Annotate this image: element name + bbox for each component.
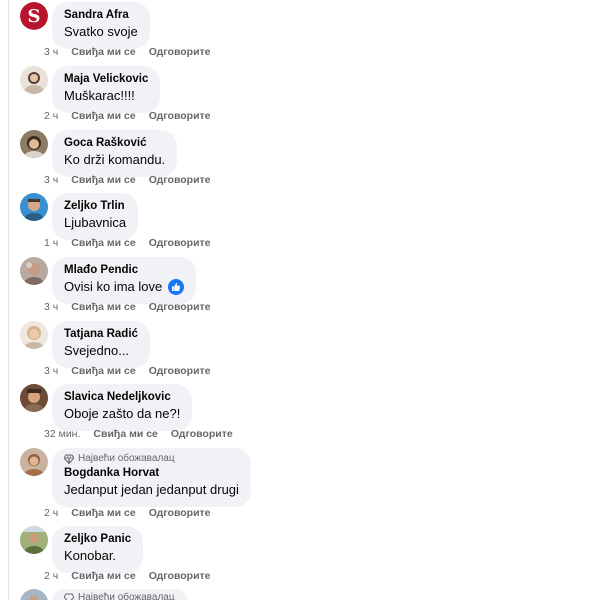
like-button[interactable]: Свиђа ми се — [93, 427, 157, 441]
reply-button[interactable]: Одговорите — [149, 569, 211, 583]
comment-time[interactable]: 3 ч — [44, 45, 58, 59]
comment-author[interactable]: Zeljko Panic — [64, 532, 131, 547]
comment-text: Svejedno... — [64, 343, 130, 358]
like-button[interactable]: Свиђа ми се — [71, 109, 135, 123]
like-button[interactable]: Свиђа ми се — [71, 173, 135, 187]
comment-time[interactable]: 3 ч — [44, 300, 58, 314]
comment-actions: 32 мин. Свиђа ми се Одговорите — [44, 427, 233, 441]
comment-bubble: Goca Rašković Ko drži komandu. — [52, 130, 178, 177]
diamond-icon — [64, 593, 74, 600]
reply-button[interactable]: Одговорите — [149, 300, 211, 314]
comment-bubble: Zeljko Trlin Ljubavnica — [52, 193, 139, 240]
reply-button[interactable]: Одговорите — [149, 236, 211, 250]
avatar-photo-icon[interactable] — [20, 193, 48, 221]
comment-time[interactable]: 3 ч — [44, 364, 58, 378]
comment-actions: 3 ч Свиђа ми се Одговорите — [44, 300, 211, 314]
comment-text: Ljubavnica — [64, 215, 127, 230]
reply-button[interactable]: Одговорите — [149, 506, 211, 520]
comment-author[interactable]: Sandra Afra — [64, 8, 138, 23]
like-button[interactable]: Свиђа ми се — [71, 569, 135, 583]
top-fan-label: Највећи обожавалац — [78, 453, 175, 464]
comment-actions: 2 ч Свиђа ми се Одговорите — [44, 569, 211, 583]
comment-time[interactable]: 2 ч — [44, 109, 58, 123]
top-fan-label: Највећи обожавалац — [78, 592, 175, 600]
comment-time[interactable]: 2 ч — [44, 569, 58, 583]
avatar-photo-icon[interactable] — [20, 321, 48, 349]
reply-button[interactable]: Одговорите — [149, 109, 211, 123]
comment-author[interactable]: Goca Rašković — [64, 136, 165, 151]
comment-bubble: Maja Velickovic Muškarac!!!! — [52, 66, 161, 113]
avatar-letter-s-icon[interactable]: S — [20, 2, 48, 30]
comment-actions: 3 ч Свиђа ми се Одговорите — [44, 45, 211, 59]
reply-button[interactable]: Одговорите — [149, 45, 211, 59]
avatar-photo-icon[interactable] — [20, 589, 48, 600]
comment-author[interactable]: Slavica Nedeljkovic — [64, 390, 180, 405]
comment-text: Ovisi ko ima love — [64, 278, 185, 296]
comments-feed: S Sandra Afra Svatko svoje 3 ч Свиђа ми … — [0, 0, 600, 600]
comment-text: Ko drži komandu. — [64, 152, 166, 167]
comment-text-content: Ovisi ko ima love — [64, 279, 163, 294]
comment-text: Svatko svoje — [64, 24, 138, 39]
comment-author[interactable]: Tatjana Radić — [64, 327, 138, 342]
avatar-photo-icon[interactable] — [20, 257, 48, 285]
comment-text: Muškarac!!!! — [64, 88, 135, 103]
comment-author[interactable]: Maja Velickovic — [64, 72, 148, 87]
comment-bubble: Tatjana Radić Svejedno... — [52, 321, 150, 368]
comment-time[interactable]: 32 мин. — [44, 427, 80, 441]
comment-text: Oboje zašto da ne?! — [64, 406, 181, 421]
comment-actions: 1 ч Свиђа ми се Одговорите — [44, 236, 211, 250]
comment-time[interactable]: 3 ч — [44, 173, 58, 187]
like-button[interactable]: Свиђа ми се — [71, 236, 135, 250]
avatar-photo-icon[interactable] — [20, 526, 48, 554]
comment-author[interactable]: Bogdanka Horvat — [64, 466, 239, 481]
comment-bubble: Највећи обожавалац — [52, 589, 187, 600]
diamond-icon — [64, 454, 74, 464]
comment-bubble: Највећи обожавалац Bogdanka Horvat Jedan… — [52, 448, 251, 507]
like-reaction-icon[interactable] — [168, 279, 185, 295]
like-button[interactable]: Свиђа ми се — [71, 300, 135, 314]
comment-bubble: Slavica Nedeljkovic Oboje zašto da ne?! — [52, 384, 193, 431]
comment-text: Jedanput jedan jedanput drugi — [64, 482, 239, 497]
comment-author[interactable]: Zeljko Trlin — [64, 199, 126, 214]
comment-actions: 2 ч Свиђа ми се Одговорите — [44, 506, 211, 520]
avatar-photo-icon[interactable] — [20, 448, 48, 476]
comment-time[interactable]: 1 ч — [44, 236, 58, 250]
comment-author[interactable]: Mlađo Pendic — [64, 263, 184, 278]
comment-bubble: Mlađo Pendic Ovisi ko ima love — [52, 257, 197, 304]
comment-time[interactable]: 2 ч — [44, 506, 58, 520]
like-button[interactable]: Свиђа ми се — [71, 45, 135, 59]
thread-line — [8, 0, 9, 600]
avatar-photo-icon[interactable] — [20, 384, 48, 412]
comment-actions: 2 ч Свиђа ми се Одговорите — [44, 109, 211, 123]
like-button[interactable]: Свиђа ми се — [71, 364, 135, 378]
top-fan-badge[interactable]: Највећи обожавалац — [64, 453, 239, 465]
avatar-photo-icon[interactable] — [20, 130, 48, 158]
like-button[interactable]: Свиђа ми се — [71, 506, 135, 520]
comment-text: Konobar. — [64, 548, 117, 563]
comment-actions: 3 ч Свиђа ми се Одговорите — [44, 173, 211, 187]
reply-button[interactable]: Одговорите — [149, 173, 211, 187]
comment-bubble: Sandra Afra Svatko svoje — [52, 2, 150, 49]
avatar-photo-icon[interactable] — [20, 66, 48, 94]
reply-button[interactable]: Одговорите — [171, 427, 233, 441]
reply-button[interactable]: Одговорите — [149, 364, 211, 378]
top-fan-badge[interactable]: Највећи обожавалац — [64, 592, 175, 600]
comment-actions: 3 ч Свиђа ми се Одговорите — [44, 364, 211, 378]
svg-text:S: S — [28, 6, 41, 27]
comment-bubble: Zeljko Panic Konobar. — [52, 526, 144, 573]
